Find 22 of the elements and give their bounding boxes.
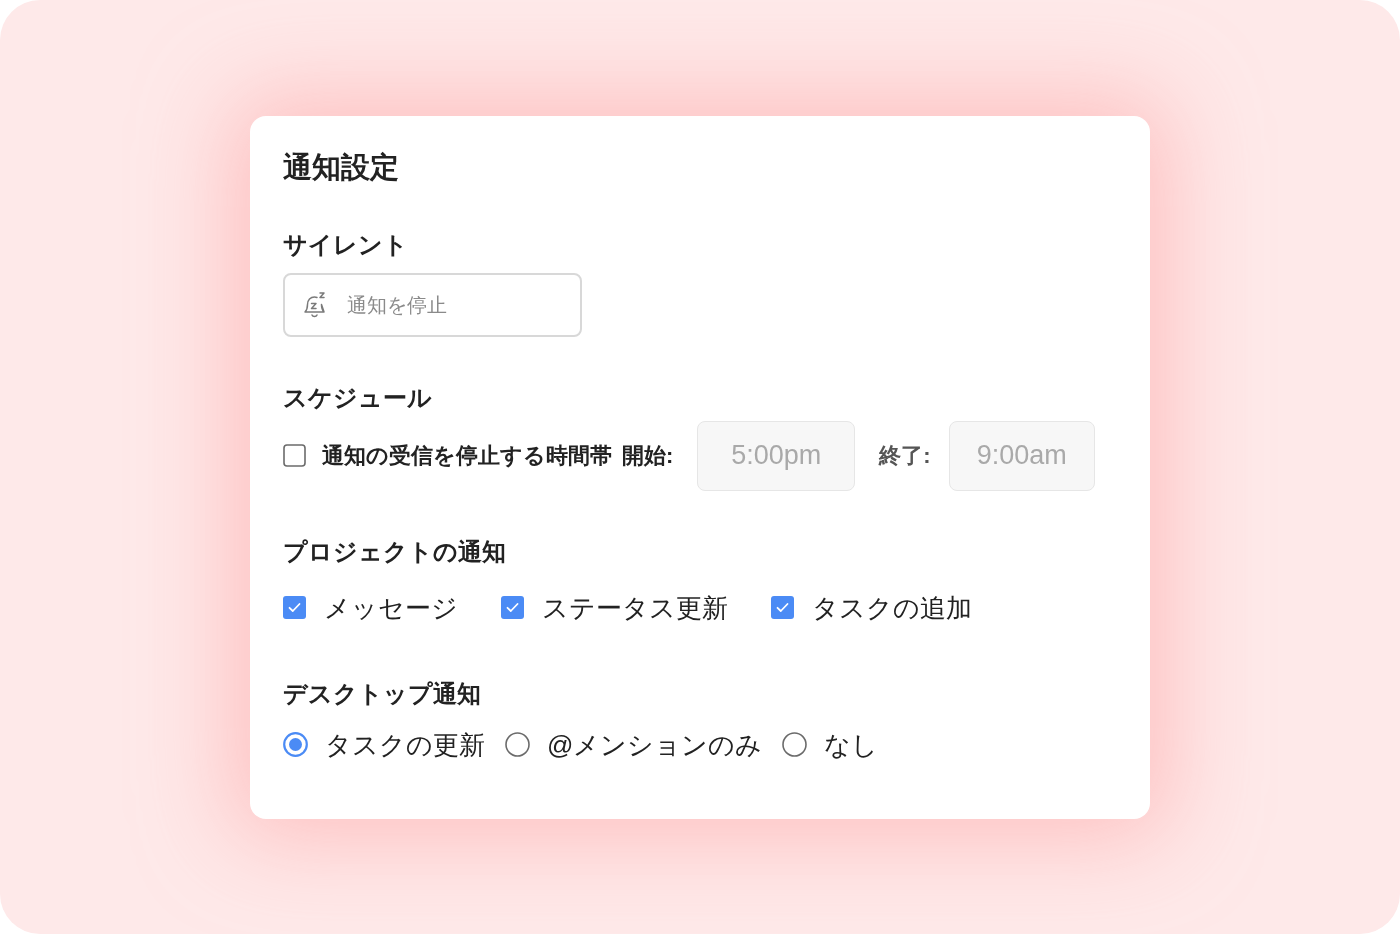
start-label: 開始: [622,442,674,470]
dialog-title: 通知設定 [283,149,399,185]
radio-label: なし [824,728,879,762]
checkbox-label: メッセージ [324,591,458,625]
checkbox[interactable] [283,444,306,467]
end-label: 終了: [879,442,931,470]
radio-button[interactable] [283,732,308,757]
snooze-button[interactable]: 通知を停止 [283,272,582,337]
radio-label: @メンションのみ [547,728,763,762]
radio-label: タスクの更新 [325,728,485,762]
section-heading: サイレント [283,229,408,260]
checkbox-label: 通知の受信を停止する時間帯 [322,442,612,470]
section-heading: デスクトップ通知 [283,678,481,709]
checkbox[interactable] [771,596,794,619]
checkbox[interactable] [283,596,306,619]
section-heading: スケジュール [283,382,432,413]
radio-button[interactable] [782,732,808,757]
checkbox-label: ステータス更新 [542,591,728,625]
checkbox[interactable] [501,596,524,619]
checkbox-label: タスクの追加 [812,591,972,625]
section-heading: プロジェクトの通知 [283,536,506,567]
radio-button[interactable] [505,732,530,757]
